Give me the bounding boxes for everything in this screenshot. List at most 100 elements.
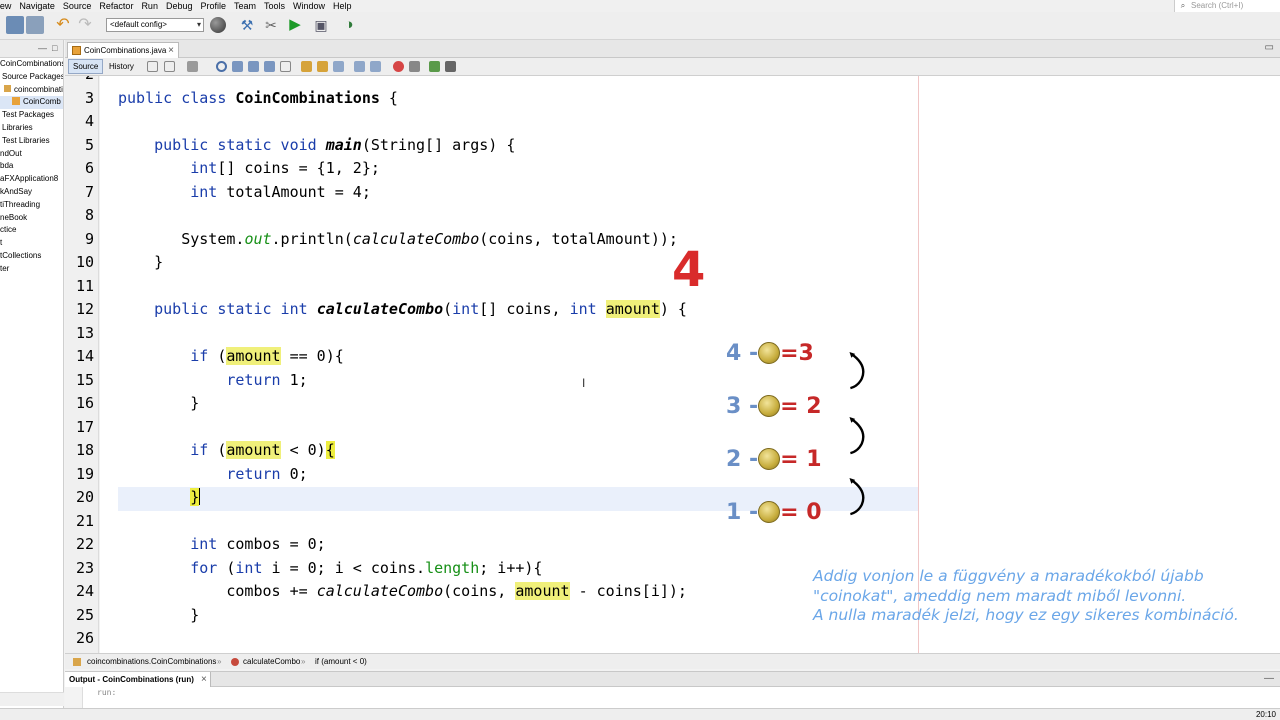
back-icon[interactable] bbox=[164, 61, 175, 72]
code-line-23: for (int i = 0; i < coins.length; i++){ bbox=[190, 558, 543, 577]
breadcrumb-separator: » bbox=[301, 657, 306, 666]
tree-item[interactable]: t bbox=[0, 237, 63, 250]
last-edit-icon[interactable] bbox=[147, 61, 158, 72]
code-line-14: if (amount == 0){ bbox=[190, 347, 344, 365]
code-line-6: int[] coins = {1, 2}; bbox=[190, 159, 380, 177]
toggle-bookmark-icon[interactable] bbox=[333, 61, 344, 72]
menu-team[interactable]: Team bbox=[230, 0, 260, 12]
debug-icon[interactable]: ▣ bbox=[312, 16, 330, 34]
shift-right-icon[interactable] bbox=[370, 61, 381, 72]
line-number: 16 bbox=[75, 394, 94, 412]
menu-help[interactable]: Help bbox=[329, 0, 356, 12]
tree-item[interactable]: tiThreading bbox=[0, 199, 63, 212]
breadcrumb-item[interactable]: coincombinations.CoinCombinations bbox=[87, 654, 216, 669]
tree-item[interactable]: aFXApplication8 bbox=[0, 173, 63, 186]
stop-macro-icon[interactable] bbox=[409, 61, 420, 72]
menu-run[interactable]: Run bbox=[137, 0, 162, 12]
find-previous-icon[interactable] bbox=[232, 61, 243, 72]
tree-item[interactable]: Libraries bbox=[0, 122, 63, 135]
method-icon bbox=[231, 658, 239, 666]
tree-item[interactable]: coincombinatio bbox=[0, 84, 63, 97]
menu-window[interactable]: Window bbox=[289, 0, 329, 12]
menu-navigate[interactable]: Navigate bbox=[15, 0, 59, 12]
tree-item[interactable]: kAndSay bbox=[0, 186, 63, 199]
tree-item[interactable]: bda bbox=[0, 160, 63, 173]
line-number: 17 bbox=[75, 417, 94, 436]
code-line-25: } bbox=[190, 605, 200, 624]
uncomment-icon[interactable] bbox=[445, 61, 456, 72]
previous-bookmark-icon[interactable] bbox=[301, 61, 312, 72]
close-icon[interactable]: × bbox=[168, 43, 174, 58]
tree-item[interactable]: Source Packages bbox=[0, 71, 63, 84]
breadcrumb-separator: » bbox=[217, 657, 222, 666]
line-number: 7 bbox=[84, 182, 94, 201]
java-file-icon bbox=[72, 46, 81, 55]
tree-item[interactable]: tCollections bbox=[0, 250, 63, 263]
menu-view[interactable]: View bbox=[0, 0, 15, 12]
output-text: run: bbox=[97, 688, 117, 697]
breadcrumb-item[interactable]: if (amount < 0) bbox=[315, 654, 367, 669]
undo-icon[interactable]: ↶ bbox=[54, 16, 72, 34]
tree-item[interactable]: Test Libraries bbox=[0, 135, 63, 148]
config-globe-icon[interactable] bbox=[210, 17, 226, 33]
output-gutter bbox=[65, 687, 83, 708]
line-number: 13 bbox=[75, 323, 94, 342]
line-number: 10 bbox=[75, 253, 94, 271]
build-icon[interactable]: ⚒ bbox=[238, 16, 256, 34]
line-number: 19 bbox=[75, 464, 94, 483]
tree-item[interactable]: CoinComb bbox=[0, 96, 63, 110]
new-project-icon[interactable] bbox=[6, 16, 24, 34]
menu-source[interactable]: Source bbox=[59, 0, 96, 12]
tree-item[interactable]: neBook bbox=[0, 212, 63, 225]
shift-left-icon[interactable] bbox=[354, 61, 365, 72]
tree-item[interactable]: CoinCombinations bbox=[0, 58, 63, 71]
minimize-icon[interactable]: — bbox=[38, 43, 47, 53]
minimize-icon[interactable]: — bbox=[1264, 673, 1274, 684]
tree-item[interactable]: ndOut bbox=[0, 148, 63, 161]
code-line-7: int totalAmount = 4; bbox=[190, 182, 371, 201]
comment-icon[interactable] bbox=[429, 61, 440, 72]
menu-debug[interactable]: Debug bbox=[162, 0, 197, 12]
next-bookmark-icon[interactable] bbox=[317, 61, 328, 72]
output-header: Output - CoinCombinations (run) × — bbox=[65, 671, 1280, 687]
cursor-position: 20:10 bbox=[1255, 710, 1276, 719]
find-icon[interactable] bbox=[216, 61, 227, 72]
menu-refactor[interactable]: Refactor bbox=[95, 0, 137, 12]
menu-profile[interactable]: Profile bbox=[196, 0, 230, 12]
menu-tools[interactable]: Tools bbox=[260, 0, 289, 12]
find-next-icon[interactable] bbox=[248, 61, 259, 72]
history-button[interactable]: History bbox=[104, 59, 139, 74]
code-editor[interactable]: public class CoinCombinations { public s… bbox=[100, 76, 1280, 653]
start-macro-icon[interactable] bbox=[393, 61, 404, 72]
line-number: 5 bbox=[84, 135, 94, 154]
editor-tab-bar: CoinCombinations.java × ▭ bbox=[65, 40, 1280, 58]
profile-icon[interactable]: ◑ bbox=[340, 16, 358, 34]
annotation-row: 2 - = 1 bbox=[726, 447, 822, 472]
config-value: <default config> bbox=[110, 20, 167, 29]
tab-output[interactable]: Output - CoinCombinations (run) × bbox=[65, 672, 211, 687]
code-line-19: return 0; bbox=[226, 464, 308, 483]
run-icon[interactable]: ▶ bbox=[286, 16, 304, 34]
restore-window-icon[interactable]: ▭ bbox=[1265, 42, 1274, 53]
horizontal-scrollbar[interactable] bbox=[0, 692, 64, 706]
maximize-icon[interactable]: □ bbox=[52, 43, 57, 53]
tree-item[interactable]: ctice bbox=[0, 224, 63, 237]
clean-build-icon[interactable]: ✂ bbox=[262, 16, 280, 34]
annotation-note-line: "coinokat", ameddig nem maradt miből lev… bbox=[813, 586, 1187, 605]
redo-icon[interactable]: ↷ bbox=[76, 16, 94, 34]
tree-item[interactable]: ter bbox=[0, 263, 63, 276]
config-select[interactable]: <default config> ▾ bbox=[106, 18, 204, 32]
source-button[interactable]: Source bbox=[68, 59, 104, 74]
close-icon[interactable]: × bbox=[201, 672, 207, 687]
breadcrumb-item[interactable]: calculateCombo bbox=[243, 654, 300, 669]
find-selection-icon[interactable] bbox=[264, 61, 275, 72]
open-project-icon[interactable] bbox=[26, 16, 44, 34]
search-box[interactable]: ⌕ Search (Ctrl+I) bbox=[1174, 0, 1280, 12]
tree-item[interactable]: Test Packages bbox=[0, 109, 63, 122]
toggle-highlight-icon[interactable] bbox=[280, 61, 291, 72]
coin-icon bbox=[758, 395, 781, 417]
line-number: 11 bbox=[75, 276, 94, 295]
forward-icon[interactable] bbox=[187, 61, 198, 72]
line-number: 6 bbox=[84, 159, 94, 177]
tab-coincombinations-java[interactable]: CoinCombinations.java × bbox=[67, 42, 179, 58]
